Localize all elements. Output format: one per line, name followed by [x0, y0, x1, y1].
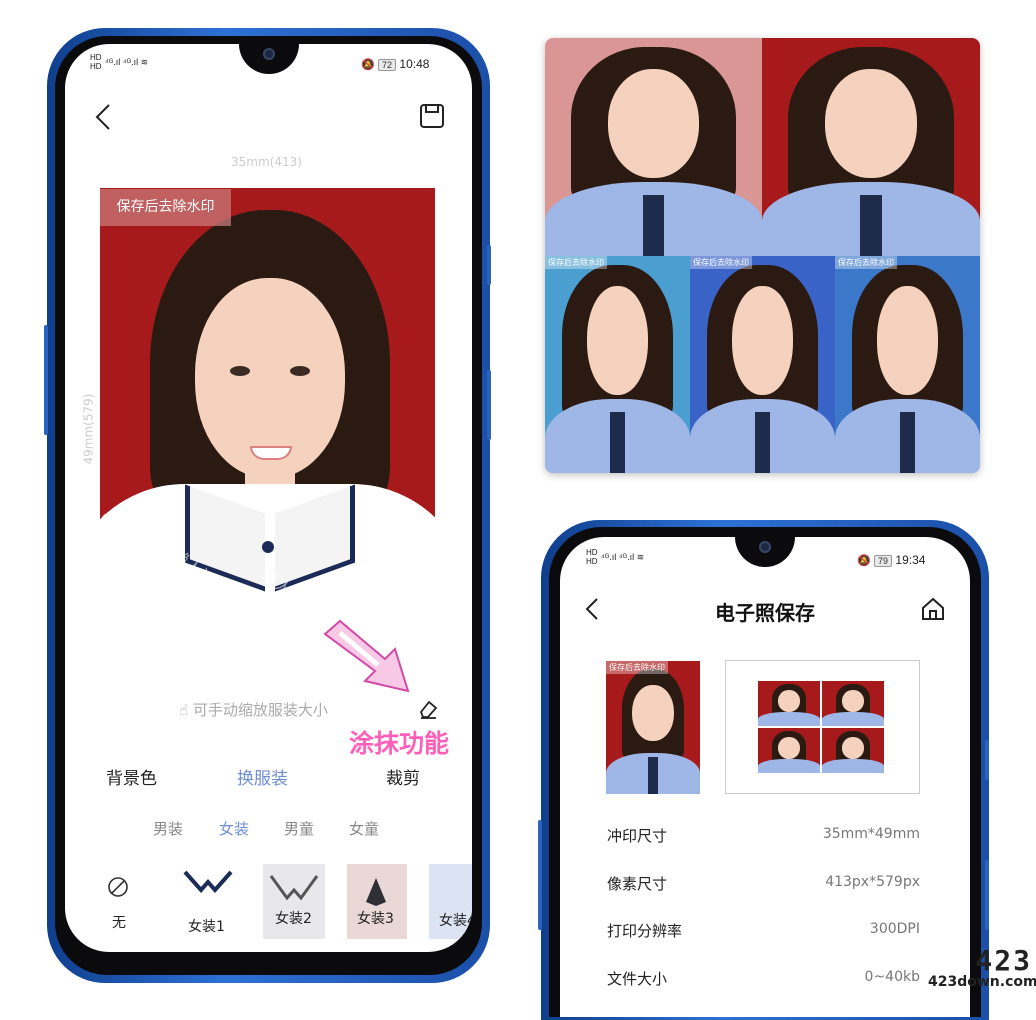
erase-feature-label: 涂抹功能 [349, 729, 450, 758]
info-row-label: 打印分辨率 [607, 922, 683, 940]
outfit-label: 无 [112, 915, 126, 931]
color-sample-photo: 保存后去除水印 [545, 256, 690, 473]
info-row-value: 300DPI [869, 921, 920, 937]
home-button[interactable] [920, 596, 946, 622]
hand-gesture-icon: ☝ [179, 701, 189, 719]
color-sample-photo: 保存后去除水印 [690, 256, 835, 473]
color-sample-photo: 保存后去除水印 [835, 256, 980, 473]
chevron-left-icon [95, 104, 110, 130]
single-photo-preview[interactable]: 保存后去除水印 [606, 661, 700, 794]
mute-icon: 🔕 [361, 59, 375, 71]
save-button[interactable] [419, 103, 445, 129]
info-row-value: 413px*579px [825, 874, 920, 890]
width-dimension-label: 35mm(413) [231, 155, 302, 169]
side-button-left [538, 820, 542, 930]
mute-icon: 🔕 [857, 555, 871, 567]
outfit-thumbnail [183, 870, 233, 894]
color-sample-photo [545, 38, 762, 256]
outfit-thumbnail [269, 875, 319, 901]
front-camera [263, 48, 275, 60]
background-color-samples: 保存后去除水印 保存后去除水印 保存后去除水印 [545, 38, 980, 473]
outfit-label: 女装1 [188, 919, 225, 935]
print-layout-preview[interactable] [725, 660, 920, 794]
page-title: 电子照保存 [715, 601, 815, 625]
color-sample-photo [762, 38, 980, 256]
eraser-icon [419, 700, 438, 719]
resize-hint-text: 可手动缩放服装大小 [192, 701, 328, 719]
outfit-label: 女装2 [275, 911, 312, 927]
outfit-womens-2[interactable]: 女装2 [263, 864, 325, 939]
info-row-value: 0~40kb [864, 969, 920, 985]
watermark-tag: 保存后去除水印 [835, 256, 897, 269]
battery-indicator: 72 [378, 59, 397, 71]
power-button [985, 860, 989, 930]
phone-screen-save: HD HD ⁴ᴳ.ıl ⁴ᴳ.ıl ≋ 🔕 79 19:34 电子照保存 保存后去… [560, 537, 970, 1017]
watermark-tag: 保存后去除水印 [606, 661, 668, 674]
volume-button [985, 740, 989, 780]
tab-change-outfit[interactable]: 换服装 [237, 764, 288, 789]
info-row: 像素尺寸 413px*579px [607, 873, 920, 895]
none-icon [108, 877, 128, 897]
tab-crop[interactable]: 裁剪 [386, 764, 420, 789]
tab-background-color[interactable]: 背景色 [106, 764, 157, 789]
save-icon [420, 104, 444, 128]
tab-girls[interactable]: 女童 [349, 818, 379, 839]
logo-mark: 423 [975, 944, 1032, 977]
status-time: 10:48 [399, 57, 430, 71]
power-button [487, 370, 491, 440]
outfit-none[interactable]: 无 [95, 866, 145, 936]
layout-photo-cell [758, 728, 820, 773]
info-row-value: 35mm*49mm [822, 826, 920, 842]
tab-mens[interactable]: 男装 [153, 818, 183, 839]
outfit-womens-3[interactable]: 女装3 [347, 864, 407, 939]
status-bar-right: 🔕 72 10:48 [361, 57, 429, 71]
left-eye [230, 366, 250, 376]
layout-photo-cell [822, 728, 884, 773]
info-row: 冲印尺寸 35mm*49mm [607, 825, 920, 847]
status-bar-right: 🔕 79 19:34 [857, 553, 925, 567]
info-row: 文件大小 0~40kb [607, 968, 920, 990]
tab-boys[interactable]: 男童 [284, 818, 314, 839]
battery-indicator: 79 [874, 555, 893, 567]
outfit-womens-1[interactable]: 女装1 [173, 864, 243, 939]
watermark-tag: 保存后去除水印 [690, 256, 752, 269]
outfit-label: 女装4 [439, 913, 472, 929]
watermark-tag: 保存后去除水印 [545, 256, 607, 269]
info-row-label: 文件大小 [607, 970, 668, 988]
status-time: 19:34 [895, 553, 926, 567]
status-bar-left: HD HD ⁴ᴳ.ıl ⁴ᴳ.ıl ≋ [586, 548, 645, 566]
outfit-womens-4[interactable]: 女装4 [429, 864, 472, 939]
status-bar-left: HD HD ⁴ᴳ.ıl ⁴ᴳ.ıl ≋ [90, 53, 149, 71]
resize-hint: ☝ 可手动缩放服装大小 [179, 699, 328, 720]
info-row-label: 冲印尺寸 [607, 827, 668, 845]
home-icon [922, 597, 944, 620]
info-row-label: 像素尺寸 [607, 875, 668, 893]
watermark-tag: 保存后去除水印 [100, 189, 231, 226]
side-button-left [44, 325, 48, 435]
site-logo: 423 423down.com [928, 944, 1036, 996]
volume-button [487, 245, 491, 285]
outfit-category-tabs: 男装 女装 男童 女童 [65, 818, 472, 838]
layout-photo-cell [758, 681, 820, 726]
front-camera [759, 541, 771, 553]
pointer-arrow-icon [323, 619, 410, 693]
tab-womens[interactable]: 女装 [219, 818, 249, 839]
logo-text: 423down.com [928, 974, 1036, 990]
outfit-thumbnail [366, 878, 386, 906]
info-row: 打印分辨率 300DPI [607, 920, 920, 942]
outfit-label: 女装3 [357, 911, 394, 927]
back-button[interactable] [93, 102, 115, 132]
main-tab-bar: 背景色 换服装 裁剪 [65, 764, 472, 789]
right-eye [290, 366, 310, 376]
layout-photo-cell [822, 681, 884, 726]
phone-screen-editor: HD HD ⁴ᴳ.ıl ⁴ᴳ.ıl ≋ 🔕 72 10:48 35mm(413) … [65, 44, 472, 952]
collar-button [262, 541, 274, 553]
height-dimension-label: 49mm(579) [81, 393, 96, 465]
eraser-button[interactable] [417, 698, 439, 720]
